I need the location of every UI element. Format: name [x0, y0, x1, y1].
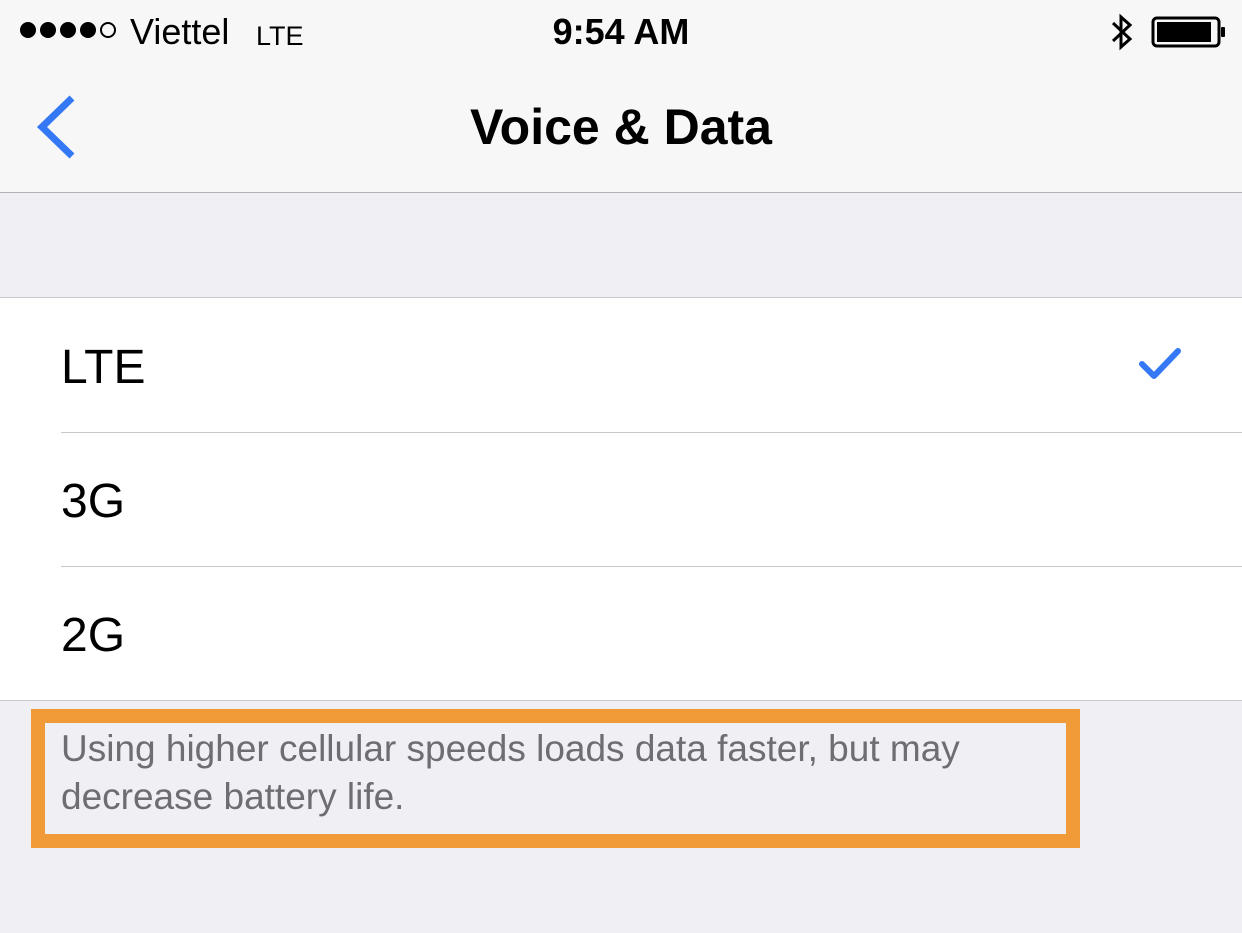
- navigation-bar: Voice & Data: [0, 66, 1242, 193]
- clock: 9:54 AM: [552, 11, 690, 52]
- option-label: 2G: [61, 609, 126, 662]
- footer-note: Using higher cellular speeds loads data …: [61, 728, 960, 817]
- option-label: 3G: [61, 475, 126, 528]
- option-label: LTE: [61, 341, 146, 394]
- option-lte[interactable]: LTE: [0, 298, 1242, 432]
- bluetooth-icon: [1108, 12, 1136, 57]
- status-bar: Viettel LTE 9:54 AM: [0, 0, 1242, 66]
- network-options-list: LTE 3G 2G: [0, 297, 1242, 701]
- option-3g[interactable]: 3G: [0, 432, 1242, 566]
- page-title: Voice & Data: [470, 99, 772, 155]
- battery-icon: [1151, 16, 1227, 55]
- option-2g[interactable]: 2G: [0, 566, 1242, 700]
- checkmark-icon: [1138, 346, 1182, 387]
